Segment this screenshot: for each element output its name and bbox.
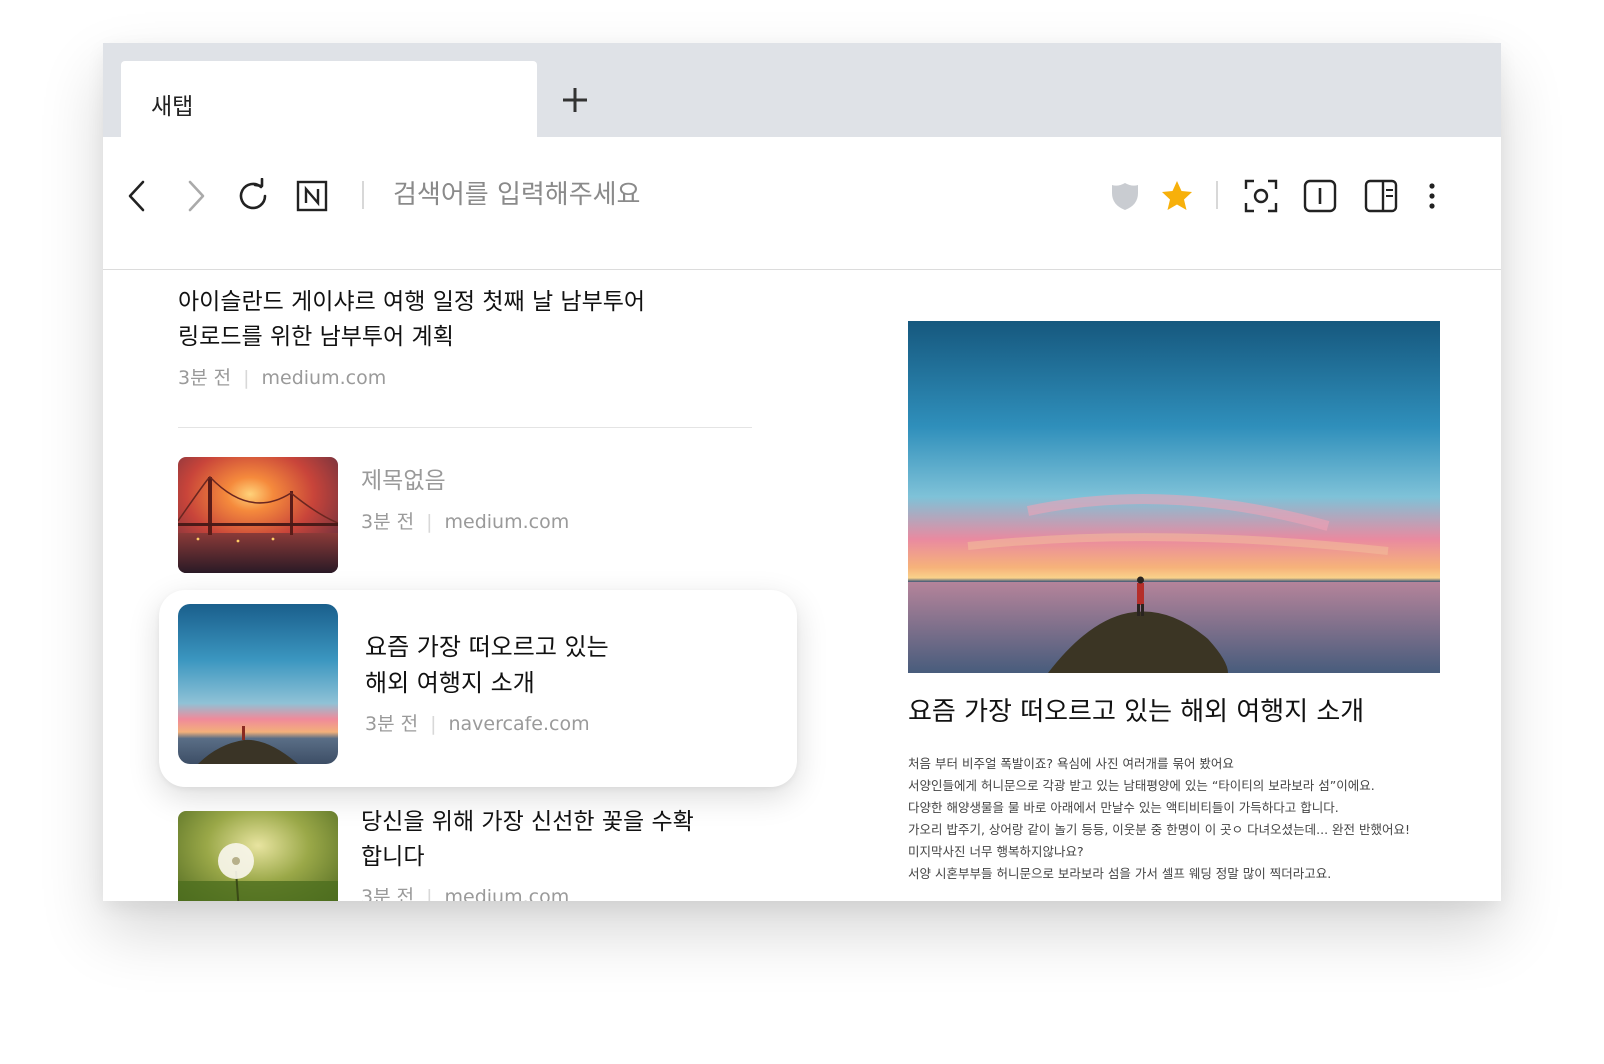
preview-hero-image xyxy=(908,321,1440,673)
divider xyxy=(362,181,364,209)
naver-n-icon xyxy=(296,180,328,212)
tab-bar: 새탭 xyxy=(103,43,1501,137)
sunset-lake-image xyxy=(908,321,1440,673)
meta-separator: | xyxy=(430,713,437,735)
search-input[interactable] xyxy=(391,169,995,221)
screen-capture-icon xyxy=(1244,179,1278,213)
sunset-image xyxy=(178,604,338,764)
reload-button[interactable] xyxy=(235,178,271,214)
meta-separator: | xyxy=(426,511,433,533)
article-title[interactable]: 요즘 가장 떠오르고 있는 해외 여행지 소개 xyxy=(365,629,665,701)
preview-description: 처음 부터 비주얼 폭발이죠? 욕심에 사진 여러개를 묶어 봤어요 서양인들에… xyxy=(908,753,1448,885)
article-time: 3분 전 xyxy=(365,713,419,735)
more-button[interactable] xyxy=(1414,178,1450,214)
chevron-right-icon xyxy=(188,180,205,212)
back-button[interactable] xyxy=(119,178,155,214)
plus-icon xyxy=(563,88,587,112)
list-divider xyxy=(178,427,752,428)
article-time: 3분 전 xyxy=(361,886,415,901)
page-content: 아이슬란드 게이샤르 여행 일정 첫째 날 남부투어 링로드를 위한 남부투어 … xyxy=(103,271,1501,901)
article-source: medium.com xyxy=(444,886,570,901)
article-time: 3분 전 xyxy=(361,511,415,533)
preview-title: 요즘 가장 떠오르고 있는 해외 여행지 소개 xyxy=(908,697,1365,727)
dandelion-image xyxy=(178,811,338,901)
toolbar xyxy=(103,137,1501,270)
article-title[interactable]: 아이슬란드 게이샤르 여행 일정 첫째 날 남부투어 링로드를 위한 남부투어 … xyxy=(178,285,798,355)
preview-line: 처음 부터 비주얼 폭발이죠? 욕심에 사진 여러개를 묶어 봤어요 xyxy=(908,756,1234,771)
article-source: medium.com xyxy=(261,367,387,389)
divider xyxy=(1216,181,1218,209)
preview-line: 가오리 밥주기, 상어랑 같이 놀기 등등, 이웃분 중 한명이 이 곳ㅇ 다녀… xyxy=(908,822,1411,837)
preview-line: 서양인들에게 허니문으로 각광 받고 있는 남태평양에 있는 “타이티의 보라보… xyxy=(908,778,1375,793)
reader-button[interactable] xyxy=(1302,178,1338,214)
reader-mode-icon xyxy=(1303,179,1337,213)
article-meta: 3분 전 | navercafe.com xyxy=(365,709,590,736)
article-thumbnail-dandelion[interactable] xyxy=(178,811,338,901)
star-icon xyxy=(1162,181,1192,210)
new-tab-button[interactable] xyxy=(558,83,592,117)
split-view-button[interactable] xyxy=(1363,178,1399,214)
article-title[interactable]: 당신을 위해 가장 신선한 꽃을 수확 합니다 xyxy=(361,805,721,875)
meta-separator: | xyxy=(243,367,250,389)
article-meta: 3분 전 | medium.com xyxy=(361,507,569,534)
sidebar-icon xyxy=(1364,179,1398,213)
article-source: medium.com xyxy=(444,511,570,533)
article-meta: 3분 전 | medium.com xyxy=(361,882,569,901)
bridge-image xyxy=(178,457,338,573)
tab-new[interactable]: 새탭 xyxy=(121,61,537,137)
article-time: 3분 전 xyxy=(178,367,232,389)
meta-separator: | xyxy=(426,886,433,901)
preview-line: 미지막사진 너무 행복하지않나요? xyxy=(908,844,1084,859)
preview-line: 다양한 해양생물을 물 바로 아래에서 만날수 있는 액티비티들이 가득하다고 … xyxy=(908,800,1339,815)
tab-title: 새탭 xyxy=(151,94,194,120)
shield-button[interactable] xyxy=(1107,178,1143,214)
capture-button[interactable] xyxy=(1243,178,1279,214)
reload-icon xyxy=(239,178,267,210)
bookmark-button[interactable] xyxy=(1159,178,1195,214)
chevron-left-icon xyxy=(128,180,145,212)
article-thumbnail-bridge[interactable] xyxy=(178,457,338,573)
more-vertical-icon xyxy=(1429,183,1435,209)
preview-line: 서양 시혼부부들 허니문으로 보라보라 섬을 가서 셀프 웨딩 정말 많이 찍더… xyxy=(908,866,1332,881)
shield-icon xyxy=(1112,183,1138,210)
naver-home-button[interactable] xyxy=(294,178,330,214)
article-source: navercafe.com xyxy=(448,713,590,735)
article-title[interactable]: 제목없음 xyxy=(361,461,446,495)
browser-window: 새탭 검색어를 입력해주세요 아이슬란드 게이샤르 여행 일정 첫째 날 남부투… xyxy=(103,43,1501,901)
article-meta: 3분 전 | medium.com xyxy=(178,363,386,390)
forward-button[interactable] xyxy=(178,178,214,214)
article-thumbnail-sunset[interactable] xyxy=(178,604,338,764)
